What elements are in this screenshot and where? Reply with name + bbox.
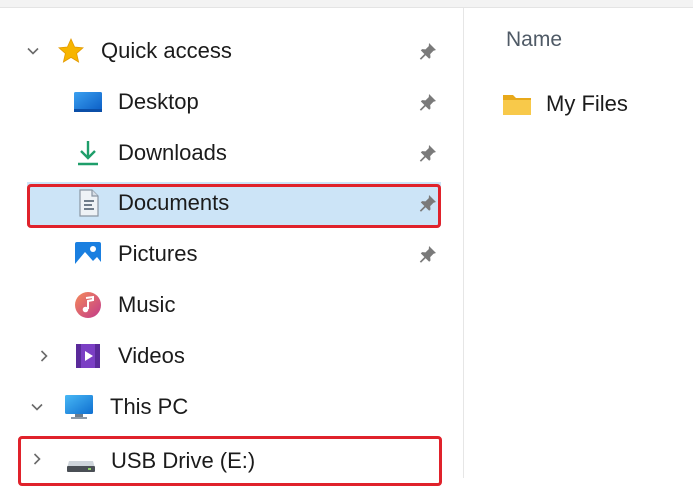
- chevron-down-icon[interactable]: [26, 44, 40, 58]
- nav-item-label: Downloads: [118, 140, 227, 165]
- chevron-down-icon[interactable]: [30, 400, 44, 414]
- chevron-right-icon[interactable]: [30, 452, 44, 466]
- videos-icon: [73, 341, 103, 371]
- pin-icon[interactable]: [418, 244, 438, 264]
- nav-item-music[interactable]: Music: [0, 282, 463, 328]
- documents-icon: [73, 188, 103, 218]
- desktop-icon: [73, 87, 103, 117]
- download-icon: [73, 138, 103, 168]
- file-item-my-files[interactable]: My Files: [464, 82, 693, 126]
- nav-item-pictures[interactable]: Pictures: [0, 231, 463, 277]
- nav-item-label: This PC: [110, 394, 189, 419]
- nav-item-quick-access[interactable]: Quick access: [0, 28, 463, 74]
- nav-item-label: Documents: [118, 190, 230, 215]
- pictures-icon: [73, 239, 103, 269]
- chevron-right-icon[interactable]: [37, 349, 51, 363]
- folder-icon: [502, 89, 532, 119]
- music-icon: [73, 290, 103, 320]
- nav-item-downloads[interactable]: Downloads: [0, 130, 463, 176]
- pin-icon[interactable]: [418, 143, 438, 163]
- computer-icon: [64, 392, 94, 422]
- content-pane: Name My Files: [464, 8, 693, 478]
- nav-item-label: USB Drive (E:): [111, 448, 256, 473]
- pin-icon[interactable]: [418, 193, 438, 213]
- nav-item-documents[interactable]: Documents: [0, 180, 463, 228]
- window-top-edge: [0, 0, 693, 8]
- nav-item-label: Videos: [118, 343, 185, 368]
- nav-item-label: Music: [118, 292, 176, 317]
- nav-item-desktop[interactable]: Desktop: [0, 79, 463, 125]
- nav-item-usb-drive[interactable]: USB Drive (E:): [0, 434, 463, 486]
- usb-drive-icon: [66, 446, 96, 476]
- column-header-name[interactable]: Name: [506, 28, 562, 52]
- nav-item-label: Pictures: [118, 241, 198, 266]
- star-icon: [56, 36, 86, 66]
- nav-item-this-pc[interactable]: This PC: [0, 384, 463, 430]
- pin-icon[interactable]: [418, 41, 438, 61]
- nav-item-videos[interactable]: Videos: [0, 333, 463, 379]
- nav-item-label: Quick access: [101, 38, 232, 63]
- navigation-pane: Quick access Desktop Downloads Documents…: [0, 8, 463, 486]
- pin-icon[interactable]: [418, 92, 438, 112]
- nav-item-label: Desktop: [118, 89, 199, 114]
- file-item-label: My Files: [546, 91, 628, 116]
